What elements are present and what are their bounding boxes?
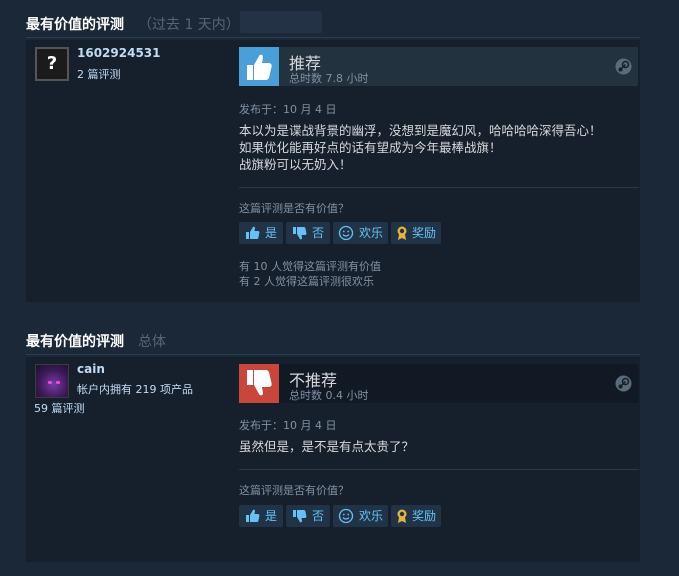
- vote-yes-label: 是: [265, 226, 278, 240]
- thumbs-down-icon: [293, 227, 307, 240]
- vote-no-label: 否: [312, 509, 325, 523]
- vote-no-label: 否: [312, 226, 325, 240]
- section-title-label: 最有价值的评测: [26, 17, 124, 33]
- review-divider: [239, 187, 639, 188]
- steam-icon: [615, 375, 632, 392]
- vote-funny-button[interactable]: 欢乐: [333, 505, 388, 527]
- review-line: 如果优化能再好点的话有望成为今年最棒战旗！: [239, 140, 502, 155]
- review-line: 本以为是谍战背景的幽浮，没想到是魔幻风，哈哈哈哈深得吾心！: [239, 123, 602, 138]
- award-button[interactable]: 奖励: [391, 505, 441, 527]
- vote-no-button[interactable]: 否: [286, 222, 330, 244]
- award-icon: [397, 509, 407, 523]
- helpful-counts: 有 10 人觉得这篇评测有价值 有 2 人觉得这篇评测很欢乐: [239, 259, 381, 289]
- helpful-question: 这篇评测是否有价值？: [239, 484, 349, 497]
- vote-yes-button[interactable]: 是: [239, 505, 283, 527]
- author-review-count[interactable]: 2 篇评测: [77, 66, 121, 82]
- verdict-bar[interactable]: 不推荐 总时数 0.4 小时: [239, 364, 638, 403]
- smiley-icon: [338, 225, 354, 241]
- review-card: cain 帐户内拥有 219 项产品 59 篇评测 不推荐 总时数 0.4 小时…: [26, 357, 640, 562]
- award-button[interactable]: 奖励: [391, 222, 441, 244]
- award-label: 奖励: [412, 226, 437, 240]
- vote-yes-label: 是: [265, 509, 278, 523]
- author-name[interactable]: cain: [77, 362, 105, 376]
- hours-played: 总时数 0.4 小时: [289, 389, 369, 402]
- thumbs-up-icon: [239, 47, 279, 86]
- author-avatar[interactable]: [35, 364, 69, 398]
- author-review-count[interactable]: 59 篇评测: [34, 400, 85, 416]
- review-divider: [239, 469, 639, 470]
- verdict-bar[interactable]: 推荐 总时数 7.8 小时: [239, 47, 638, 86]
- review-line: 虽然但是，是不是有点太贵了？: [239, 439, 415, 454]
- author-avatar[interactable]: ?: [35, 47, 69, 81]
- section-subtitle: （过去 1 天内）: [138, 17, 240, 33]
- steam-icon: [615, 58, 632, 75]
- award-label: 奖励: [412, 509, 437, 523]
- posted-date: 发布于：10 月 4 日: [239, 103, 337, 116]
- funny-count: 有 2 人觉得这篇评测很欢乐: [239, 275, 374, 288]
- author-products[interactable]: 帐户内拥有 219 项产品: [77, 381, 193, 397]
- posted-date: 发布于：10 月 4 日: [239, 419, 337, 432]
- review-text: 虽然但是，是不是有点太贵了？: [239, 438, 414, 455]
- thumbs-down-icon: [293, 510, 307, 523]
- ghost-button: [240, 11, 322, 33]
- review-line: 战旗粉可以无奶入！: [239, 157, 352, 172]
- section-title-label: 最有价值的评测: [26, 334, 124, 350]
- vote-no-button[interactable]: 否: [286, 505, 330, 527]
- thumbs-down-icon: [239, 364, 279, 403]
- vote-yes-button[interactable]: 是: [239, 222, 283, 244]
- vote-funny-label: 欢乐: [359, 226, 384, 240]
- review-card: ? 1602924531 2 篇评测 推荐 总时数 7.8 小时 发布于：10 …: [26, 40, 640, 302]
- author-name[interactable]: 1602924531: [77, 46, 161, 60]
- thumbs-up-icon: [246, 509, 260, 522]
- review-text: 本以为是谍战背景的幽浮，没想到是魔幻风，哈哈哈哈深得吾心！ 如果优化能再好点的话…: [239, 122, 602, 173]
- smiley-icon: [338, 508, 354, 524]
- vote-funny-button[interactable]: 欢乐: [333, 222, 388, 244]
- section-title-recent: 最有价值的评测 （过去 1 天内）: [26, 14, 240, 34]
- vote-funny-label: 欢乐: [359, 509, 384, 523]
- helpful-count: 有 10 人觉得这篇评测有价值: [239, 260, 381, 273]
- helpful-question: 这篇评测是否有价值？: [239, 202, 349, 215]
- section-divider: [26, 354, 640, 355]
- section-divider: [26, 37, 640, 38]
- section-title-overall: 最有价值的评测 总体: [26, 331, 166, 351]
- award-icon: [397, 226, 407, 240]
- section-subtitle: 总体: [138, 334, 166, 350]
- thumbs-up-icon: [246, 226, 260, 239]
- hours-played: 总时数 7.8 小时: [289, 72, 369, 85]
